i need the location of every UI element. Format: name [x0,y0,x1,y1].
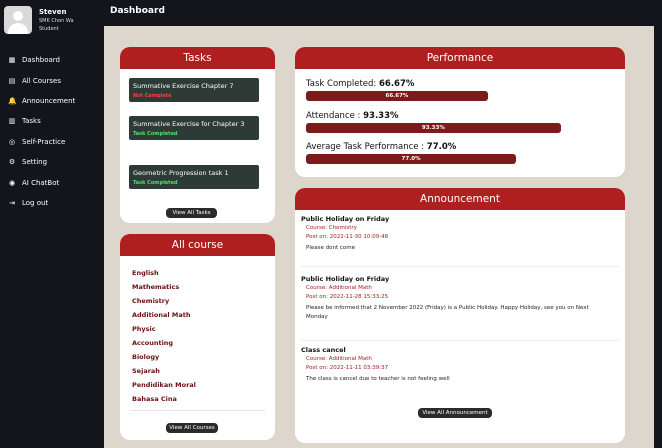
announcement-card: Announcement Public Holiday on Friday Co… [295,188,625,443]
sidebar-item-label: Tasks [22,117,41,126]
sidebar-item-label: Announcement [22,96,76,105]
course-item[interactable]: Biology [132,350,196,364]
courses-card: All course English Mathematics Chemistry… [120,234,275,440]
announcement-date: Post on: 2022-11-30 10:09:48 [306,234,389,240]
course-item[interactable]: Physic [132,322,196,336]
perf-value: 93.33% [363,111,399,121]
course-item[interactable]: Bahasa Cina [132,392,196,406]
sidebar-item-announcement[interactable]: 🔔 Announcement [8,91,75,111]
tasks-card: Tasks Summative Exercise Chapter 7 Not C… [120,47,275,223]
progress-fill: 93.33% [306,123,561,133]
course-item[interactable]: Accounting [132,336,196,350]
grid-icon: ▦ [8,56,16,65]
sidebar-item-label: Self-Practice [22,137,66,146]
perf-value: 66.67% [378,79,415,89]
perf-value: 77.0% [426,142,457,152]
announcement-body: The class is cancel due to teacher is no… [306,376,450,382]
announcement-course: Course: Chemistry [306,225,357,231]
course-item[interactable]: Sejarah [132,364,196,378]
course-item[interactable]: Chemistry [132,294,196,308]
announcement-title: Public Holiday on Friday [301,275,390,283]
sidebar: Steven SMK Chon Wa Student ▦ Dashboard ▤… [0,0,104,448]
divider [301,340,619,341]
announcement-date: Post on: 2022-11-11 03:39:37 [306,365,389,371]
perf-row-task-completed: Task Completed: 66.67% 66.67% [306,79,579,101]
gear-icon: ⚙ [8,158,16,167]
announcement-course: Course: Additional Math [306,356,372,362]
courses-header: All course [120,234,275,256]
task-status: Task Completed [133,130,178,137]
task-title: Summative Exercise for Chapter 3 [133,120,245,128]
page-title: Dashboard [110,6,165,16]
course-item[interactable]: Mathematics [132,280,196,294]
task-item[interactable]: Summative Exercise for Chapter 3 Task Co… [129,116,259,140]
task-title: Summative Exercise Chapter 7 [133,82,234,90]
sidebar-item-setting[interactable]: ⚙ Setting [8,152,75,172]
course-item[interactable]: Pendidikan Moral [132,378,196,392]
perf-row-attendance: Attendance : 93.33% 93.33% [306,111,579,133]
announcement-body: Please dont come [306,245,355,251]
user-name: Steven [39,8,67,16]
view-all-tasks-button[interactable]: View All Tasks [166,208,217,218]
user-role: Student [39,26,59,32]
sidebar-item-label: AI ChatBot [22,178,60,187]
logout-icon: ⇥ [9,198,15,207]
task-status: Not Complete [133,92,172,99]
progress-bar: 77.0% [306,154,579,164]
main-content: Tasks Summative Exercise Chapter 7 Not C… [104,26,654,448]
task-item[interactable]: Geometric Progression task 1 Task Comple… [129,165,259,189]
sidebar-item-tasks[interactable]: ▥ Tasks [8,111,75,131]
book-icon: ▤ [8,76,16,85]
announcement-item[interactable]: Public Holiday on Friday Course: Chemist… [301,215,617,253]
view-all-courses-button[interactable]: View All Courses [166,423,218,433]
task-item[interactable]: Summative Exercise Chapter 7 Not Complet… [129,78,259,102]
progress-fill: 66.67% [306,91,488,101]
perf-row-average-performance: Average Task Performance : 77.0% 77.0% [306,142,579,164]
perf-label: Average Task Performance : [306,142,427,152]
topbar: Dashboard [104,0,662,26]
progress-fill: 77.0% [306,154,517,164]
clipboard-icon: ▥ [8,117,16,126]
sidebar-item-label: Dashboard [22,56,60,65]
sidebar-item-label: All Courses [22,76,61,85]
view-all-announcement-button[interactable]: View All Announcement [418,408,492,418]
target-icon: ◎ [8,137,16,146]
announcement-header: Announcement [295,188,625,210]
divider [301,266,619,267]
announcement-course: Course: Additional Math [306,285,372,291]
sidebar-nav: ▦ Dashboard ▤ All Courses 🔔 Announcement… [8,50,75,213]
announcement-item[interactable]: Class cancel Course: Additional Math Pos… [301,346,617,384]
avatar [4,6,32,34]
sidebar-item-log-out[interactable]: ⇥ Log out [8,193,75,213]
announcement-title: Class cancel [301,346,346,354]
performance-card: Performance Task Completed: 66.67% 66.67… [295,47,625,177]
course-list: English Mathematics Chemistry Additional… [132,266,196,406]
user-school: SMK Chon Wa [39,18,74,24]
sidebar-item-all-courses[interactable]: ▤ All Courses [8,70,75,90]
tasks-header: Tasks [120,47,275,69]
course-item[interactable]: Additional Math [132,308,196,322]
sidebar-item-label: Setting [22,158,48,167]
announcement-title: Public Holiday on Friday [301,215,390,223]
sidebar-item-label: Log out [22,198,49,207]
perf-label: Task Completed: [306,79,379,89]
sidebar-item-ai-chatbot[interactable]: ◉ AI ChatBot [8,172,75,192]
performance-header: Performance [295,47,625,69]
perf-label: Attendance : [306,111,364,121]
bell-icon: 🔔 [8,96,17,105]
task-title: Geometric Progression task 1 [133,169,229,177]
sidebar-item-dashboard[interactable]: ▦ Dashboard [8,50,75,70]
course-item[interactable]: English [132,266,196,280]
announcement-date: Post on: 2022-11-28 15:33:25 [306,294,389,300]
task-status: Task Completed [133,179,178,186]
progress-bar: 66.67% [306,91,579,101]
divider [130,410,265,411]
profile: Steven SMK Chon Wa Student [4,6,74,34]
announcement-item[interactable]: Public Holiday on Friday Course: Additio… [301,275,617,322]
robot-icon: ◉ [8,178,16,187]
announcement-body: Please be informed that 2 November 2022 … [306,305,589,320]
progress-bar: 93.33% [306,123,579,133]
sidebar-item-self-practice[interactable]: ◎ Self-Practice [8,132,75,152]
